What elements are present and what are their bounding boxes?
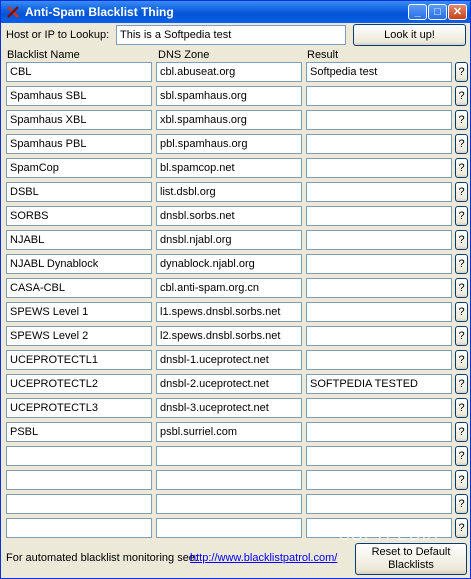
result-field xyxy=(306,206,452,226)
blacklist-name-field[interactable]: UCEPROTECTL3 xyxy=(6,398,152,418)
row-help-button[interactable]: ? xyxy=(455,398,468,418)
minimize-icon: _ xyxy=(414,6,421,18)
dns-zone-field[interactable]: dnsbl.njabl.org xyxy=(156,230,302,250)
row-help-button[interactable]: ? xyxy=(455,158,468,178)
row-help-button[interactable]: ? xyxy=(455,206,468,226)
blacklist-name-field[interactable]: NJABL Dynablock xyxy=(6,254,152,274)
close-icon: ✕ xyxy=(452,6,463,18)
app-window: Anti-Spam Blacklist Thing _ □ ✕ Host or … xyxy=(0,0,471,579)
result-field xyxy=(306,134,452,154)
blacklist-name-field[interactable]: NJABL xyxy=(6,230,152,250)
result-field xyxy=(306,110,452,130)
dns-zone-field[interactable]: cbl.abuseat.org xyxy=(156,62,302,82)
footer-text: For automated blacklist monitoring see: xyxy=(6,552,198,564)
dns-zone-field[interactable]: dnsbl.sorbs.net xyxy=(156,206,302,226)
result-field xyxy=(306,350,452,370)
dns-zone-field[interactable] xyxy=(156,494,302,514)
row-help-button[interactable]: ? xyxy=(455,182,468,202)
row-help-button[interactable]: ? xyxy=(455,350,468,370)
row-help-button[interactable]: ? xyxy=(455,374,468,394)
dns-zone-field[interactable] xyxy=(156,470,302,490)
row-help-button[interactable]: ? xyxy=(455,230,468,250)
row-help-button[interactable]: ? xyxy=(455,302,468,322)
blacklist-name-field[interactable]: DSBL xyxy=(6,182,152,202)
title-bar[interactable]: Anti-Spam Blacklist Thing _ □ ✕ xyxy=(1,1,470,23)
blacklist-name-field[interactable]: Spamhaus XBL xyxy=(6,110,152,130)
row-help-button[interactable]: ? xyxy=(455,254,468,274)
result-field xyxy=(306,278,452,298)
dns-zone-field[interactable]: dnsbl-3.uceprotect.net xyxy=(156,398,302,418)
blacklist-name-field[interactable] xyxy=(6,494,152,514)
blacklist-name-field[interactable]: SORBS xyxy=(6,206,152,226)
result-field xyxy=(306,470,452,490)
blacklist-name-field[interactable]: Spamhaus PBL xyxy=(6,134,152,154)
row-help-button[interactable]: ? xyxy=(455,470,468,490)
result-field xyxy=(306,446,452,466)
row-help-button[interactable]: ? xyxy=(455,518,468,538)
blacklist-name-field[interactable]: SPEWS Level 2 xyxy=(6,326,152,346)
look-it-up-button[interactable]: Look it up! xyxy=(353,24,466,46)
result-field xyxy=(306,326,452,346)
dns-zone-field[interactable]: l1.spews.dnsbl.sorbs.net xyxy=(156,302,302,322)
watermark: SOFTPEDIA xyxy=(339,527,439,544)
result-field xyxy=(306,182,452,202)
result-field: SOFTPEDIA TESTED xyxy=(306,374,452,394)
lookup-input[interactable]: This is a Softpedia test xyxy=(116,25,346,45)
blacklist-name-field[interactable]: UCEPROTECTL2 xyxy=(6,374,152,394)
dns-zone-field[interactable]: pbl.spamhaus.org xyxy=(156,134,302,154)
result-field: Softpedia test xyxy=(306,62,452,82)
result-field xyxy=(306,494,452,514)
dns-zone-field[interactable]: bl.spamcop.net xyxy=(156,158,302,178)
result-field xyxy=(306,254,452,274)
reset-blacklists-button[interactable]: Reset to Default Blacklists xyxy=(355,543,467,575)
blacklist-name-field[interactable]: UCEPROTECTL1 xyxy=(6,350,152,370)
close-button[interactable]: ✕ xyxy=(448,4,467,20)
blacklist-name-field[interactable]: PSBL xyxy=(6,422,152,442)
blacklist-name-field[interactable]: Spamhaus SBL xyxy=(6,86,152,106)
result-field xyxy=(306,86,452,106)
blacklist-name-field[interactable] xyxy=(6,470,152,490)
maximize-button[interactable]: □ xyxy=(428,4,447,20)
row-help-button[interactable]: ? xyxy=(455,110,468,130)
blacklist-name-field[interactable]: CBL xyxy=(6,62,152,82)
blacklistpatrol-link[interactable]: http://www.blacklistpatrol.com/ xyxy=(190,552,337,564)
row-help-button[interactable]: ? xyxy=(455,326,468,346)
row-help-button[interactable]: ? xyxy=(455,494,468,514)
result-field xyxy=(306,422,452,442)
row-help-button[interactable]: ? xyxy=(455,86,468,106)
row-help-button[interactable]: ? xyxy=(455,134,468,154)
column-header-name: Blacklist Name xyxy=(7,49,80,61)
blacklist-name-field[interactable] xyxy=(6,446,152,466)
dns-zone-field[interactable] xyxy=(156,446,302,466)
blacklist-name-field[interactable]: SPEWS Level 1 xyxy=(6,302,152,322)
dns-zone-field[interactable]: dnsbl-1.uceprotect.net xyxy=(156,350,302,370)
column-header-result: Result xyxy=(307,49,339,61)
column-header-zone: DNS Zone xyxy=(158,49,210,61)
blacklist-name-field[interactable] xyxy=(6,518,152,538)
lookup-label: Host or IP to Lookup: xyxy=(6,29,110,41)
row-help-button[interactable]: ? xyxy=(455,446,468,466)
app-icon xyxy=(6,5,20,19)
row-help-button[interactable]: ? xyxy=(455,422,468,442)
result-field xyxy=(306,398,452,418)
dns-zone-field[interactable] xyxy=(156,518,302,538)
result-field xyxy=(306,158,452,178)
result-field xyxy=(306,230,452,250)
blacklist-name-field[interactable]: CASA-CBL xyxy=(6,278,152,298)
dns-zone-field[interactable]: l2.spews.dnsbl.sorbs.net xyxy=(156,326,302,346)
dns-zone-field[interactable]: psbl.surriel.com xyxy=(156,422,302,442)
row-help-button[interactable]: ? xyxy=(455,62,468,82)
row-help-button[interactable]: ? xyxy=(455,278,468,298)
blacklist-name-field[interactable]: SpamCop xyxy=(6,158,152,178)
result-field xyxy=(306,302,452,322)
dns-zone-field[interactable]: list.dsbl.org xyxy=(156,182,302,202)
dns-zone-field[interactable]: xbl.spamhaus.org xyxy=(156,110,302,130)
minimize-button[interactable]: _ xyxy=(408,4,427,20)
dns-zone-field[interactable]: sbl.spamhaus.org xyxy=(156,86,302,106)
window-title: Anti-Spam Blacklist Thing xyxy=(25,5,174,19)
dns-zone-field[interactable]: dynablock.njabl.org xyxy=(156,254,302,274)
dns-zone-field[interactable]: cbl.anti-spam.org.cn xyxy=(156,278,302,298)
dns-zone-field[interactable]: dnsbl-2.uceprotect.net xyxy=(156,374,302,394)
maximize-icon: □ xyxy=(434,6,441,18)
